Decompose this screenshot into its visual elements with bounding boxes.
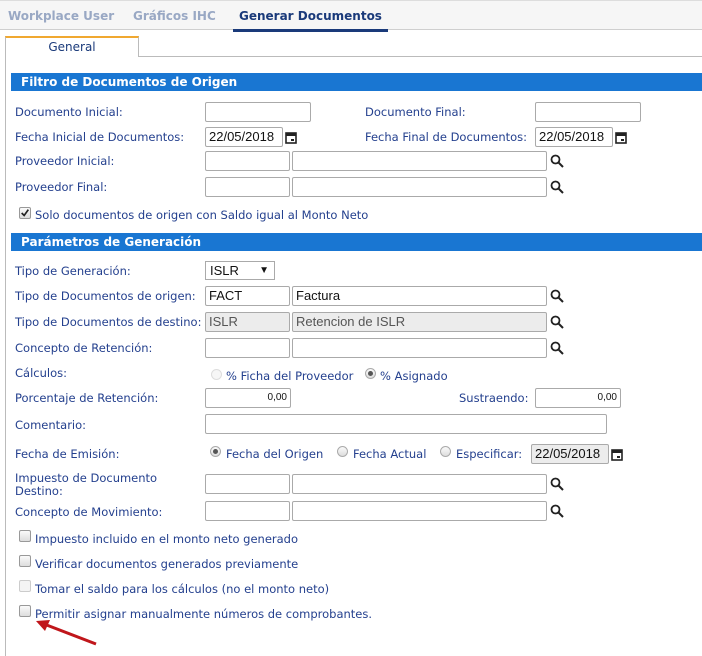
impuesto-incluido-checkbox[interactable] <box>19 530 31 542</box>
impuesto-destino-desc[interactable] <box>292 474 547 494</box>
label-calc-asignado: % Asignado <box>380 369 448 383</box>
section-filtro: Filtro de Documentos de Origen <box>11 73 702 91</box>
tab-workplace-user[interactable]: Workplace User <box>8 9 114 23</box>
label-fecha-inicial: Fecha Inicial de Documentos: <box>15 130 185 144</box>
tipo-destino-desc: Retencion de ISLR <box>292 312 547 332</box>
label-verificar-docs: Verificar documentos generados previamen… <box>35 557 299 571</box>
label-impuesto-destino-2: Destino: <box>15 484 63 498</box>
label-especificar: Especificar: <box>456 447 523 461</box>
fecha-final-input[interactable]: 22/05/2018 <box>535 127 613 147</box>
comentario-input[interactable] <box>205 414 607 434</box>
dropdown-arrow-icon: ▼ <box>259 265 269 276</box>
prov-inicial-desc[interactable] <box>292 151 547 171</box>
verificar-docs-checkbox[interactable] <box>19 555 31 567</box>
label-impuesto-incluido: Impuesto incluido en el monto neto gener… <box>35 532 299 546</box>
concepto-movimiento-code[interactable] <box>205 501 290 521</box>
search-icon[interactable] <box>550 315 564 329</box>
label-calc-ficha: % Ficha del Proveedor <box>226 369 354 383</box>
search-icon[interactable] <box>550 289 564 303</box>
search-icon[interactable] <box>550 154 564 168</box>
label-fecha-emision: Fecha de Emisión: <box>15 447 120 461</box>
concepto-retencion-desc[interactable] <box>292 338 547 358</box>
especificar-radio[interactable] <box>440 446 451 457</box>
label-tipo-generacion: Tipo de Generación: <box>15 264 131 278</box>
label-calculos: Cálculos: <box>15 366 67 380</box>
doc-final-input[interactable] <box>535 102 641 122</box>
section-parametros: Parámetros de Generación <box>11 233 702 251</box>
calc-ficha-radio[interactable] <box>211 369 222 380</box>
subtab-general[interactable]: General <box>5 36 139 57</box>
search-icon[interactable] <box>550 477 564 491</box>
prov-final-desc[interactable] <box>292 177 547 197</box>
calc-asignado-radio[interactable] <box>365 368 376 379</box>
fecha-emision-input[interactable]: 22/05/2018 <box>531 444 609 464</box>
label-sustraendo: Sustraendo: <box>459 391 529 405</box>
calendar-icon[interactable] <box>615 131 627 144</box>
label-prov-final: Proveedor Final: <box>15 180 108 194</box>
top-tab-bar: Workplace User Gráficos IHC Generar Docu… <box>0 0 702 32</box>
calendar-icon[interactable] <box>611 448 623 461</box>
fecha-actual-radio[interactable] <box>337 446 348 457</box>
label-concepto-movimiento: Concepto de Movimiento: <box>15 505 163 519</box>
label-prov-inicial: Proveedor Inicial: <box>15 154 115 168</box>
search-icon[interactable] <box>550 341 564 355</box>
label-fecha-origen: Fecha del Origen <box>226 447 324 461</box>
label-porcentaje: Porcentaje de Retención: <box>15 391 159 405</box>
tab-graficos-ihc[interactable]: Gráficos IHC <box>133 9 216 23</box>
porcentaje-input[interactable]: 0,00 <box>205 388 291 408</box>
concepto-movimiento-desc[interactable] <box>292 501 547 521</box>
calendar-icon[interactable] <box>285 131 297 144</box>
label-doc-inicial: Documento Inicial: <box>15 105 123 119</box>
annotation-arrow-icon <box>36 620 97 646</box>
sustraendo-input[interactable]: 0,00 <box>535 388 621 408</box>
label-comentario: Comentario: <box>15 418 87 432</box>
label-fecha-actual: Fecha Actual <box>353 447 427 461</box>
label-doc-final: Documento Final: <box>365 105 466 119</box>
label-tipo-origen: Tipo de Documentos de origen: <box>15 289 196 303</box>
tipo-generacion-select[interactable]: ISLR ▼ <box>205 261 275 280</box>
label-impuesto-destino-1: Impuesto de Documento <box>15 471 158 485</box>
label-fecha-final: Fecha Final de Documentos: <box>365 130 528 144</box>
permitir-asignar-checkbox[interactable] <box>19 605 31 617</box>
tipo-origen-desc[interactable]: Factura <box>292 286 547 306</box>
impuesto-destino-code[interactable] <box>205 474 290 494</box>
prov-inicial-code[interactable] <box>205 151 290 171</box>
concepto-retencion-code[interactable] <box>205 338 290 358</box>
label-concepto-retencion: Concepto de Retención: <box>15 341 153 355</box>
fecha-inicial-input[interactable]: 22/05/2018 <box>205 127 283 147</box>
label-solo-saldo: Solo documentos de origen con Saldo igua… <box>35 208 369 222</box>
tab-generar-documentos[interactable]: Generar Documentos <box>233 9 388 32</box>
tipo-origen-code[interactable]: FACT <box>205 286 290 306</box>
solo-saldo-checkbox[interactable] <box>19 207 31 219</box>
label-tipo-destino: Tipo de Documentos de destino: <box>15 315 202 329</box>
search-icon[interactable] <box>550 504 564 518</box>
search-icon[interactable] <box>550 180 564 194</box>
tipo-destino-code: ISLR <box>205 312 290 332</box>
prov-final-code[interactable] <box>205 177 290 197</box>
label-tomar-saldo: Tomar el saldo para los cálculos (no el … <box>35 582 330 596</box>
fecha-origen-radio[interactable] <box>210 446 221 457</box>
tipo-generacion-value: ISLR <box>210 263 239 278</box>
doc-inicial-input[interactable] <box>205 102 311 122</box>
tomar-saldo-checkbox[interactable] <box>19 580 31 592</box>
